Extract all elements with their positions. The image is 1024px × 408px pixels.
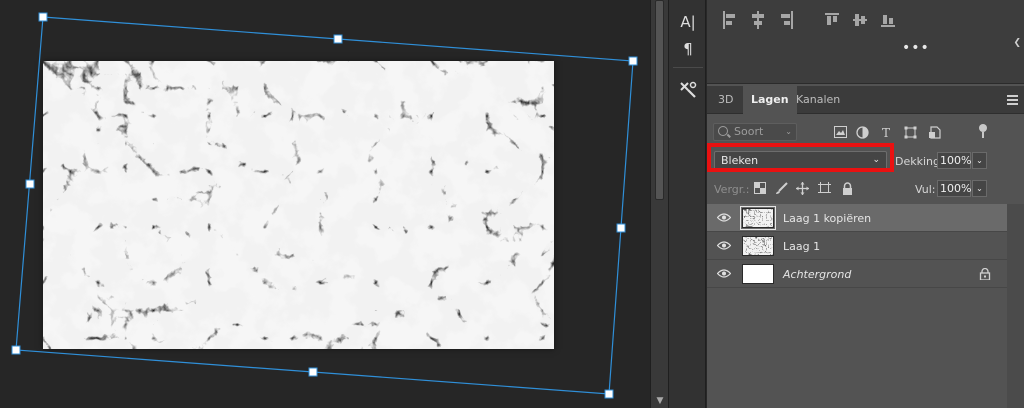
opacity-input[interactable]: 100% xyxy=(937,152,971,169)
scrollbar-thumb[interactable] xyxy=(655,0,664,200)
lock-transparency-icon[interactable] xyxy=(753,182,766,195)
layer-row[interactable]: Laag 1 xyxy=(707,232,1007,260)
search-icon xyxy=(718,126,728,136)
character-icon[interactable]: A| xyxy=(676,10,700,34)
lock-row: Vergr.: Vul: 100% ⌄ xyxy=(707,176,1024,202)
lock-all-icon[interactable] xyxy=(841,182,854,195)
filter-toggle-icon[interactable] xyxy=(979,124,987,138)
tab-channels[interactable]: Kanalen xyxy=(788,86,848,114)
filter-kind-select[interactable]: Soort ⌄ xyxy=(713,123,797,141)
visibility-eye-icon[interactable] xyxy=(717,241,731,250)
layer-name[interactable]: Laag 1 kopiëren xyxy=(783,212,871,225)
layers-panel-area: ••• ❮ 3D Lagen Kanalen Soort ⌄ T Bleken xyxy=(707,0,1024,408)
panel-menu-icon[interactable] xyxy=(1007,95,1018,107)
filter-pixel-icon[interactable] xyxy=(833,126,847,140)
fill-label: Vul: xyxy=(915,183,936,196)
transform-handle-bottom-left[interactable] xyxy=(11,345,21,355)
chevron-down-icon: ⌄ xyxy=(785,127,792,136)
layer-list: Laag 1 kopiëren Laag 1 Achtergrond xyxy=(707,204,1007,288)
align-center-h-icon[interactable] xyxy=(751,11,765,29)
visibility-eye-icon[interactable] xyxy=(717,213,731,222)
canvas-scrollbar[interactable]: ▼ xyxy=(650,0,668,408)
lock-label: Vergr.: xyxy=(714,183,750,196)
filter-smart-object-icon[interactable] xyxy=(927,126,941,140)
fill-dropdown-button[interactable]: ⌄ xyxy=(972,180,987,197)
lock-position-icon[interactable] xyxy=(796,182,809,195)
divider xyxy=(673,67,703,68)
align-center-v-icon[interactable] xyxy=(853,11,867,29)
panel-tabs: 3D Lagen Kanalen xyxy=(707,86,1024,114)
collapse-icon[interactable]: ❮ xyxy=(1013,38,1021,48)
visibility-eye-icon[interactable] xyxy=(717,269,731,278)
transform-handle-top[interactable] xyxy=(333,34,343,44)
lock-artboard-icon[interactable] xyxy=(818,182,831,195)
layer-row[interactable]: Achtergrond xyxy=(707,260,1007,288)
blend-row: Bleken ⌄ Dekking: 100% ⌄ xyxy=(707,143,1024,174)
document-canvas[interactable] xyxy=(0,0,650,408)
transform-handle-left[interactable] xyxy=(25,179,35,189)
align-left-icon[interactable] xyxy=(723,11,737,29)
transform-handle-bottom[interactable] xyxy=(308,367,318,377)
scroll-down-icon[interactable]: ▼ xyxy=(654,396,666,406)
layer-name[interactable]: Laag 1 xyxy=(783,240,820,253)
transform-handle-top-right[interactable] xyxy=(628,56,638,66)
filter-adjustment-icon[interactable] xyxy=(855,126,869,140)
blend-mode-highlight xyxy=(707,143,894,172)
align-bottom-icon[interactable] xyxy=(881,11,895,29)
layers-scrollbar[interactable] xyxy=(1007,204,1024,408)
layer-thumbnail xyxy=(740,206,776,230)
free-transform-box[interactable] xyxy=(0,0,650,408)
paragraph-icon[interactable]: ¶ xyxy=(676,37,700,61)
tools-icon[interactable] xyxy=(676,78,700,102)
tab-3d[interactable]: 3D xyxy=(710,86,741,114)
layer-row[interactable]: Laag 1 kopiëren xyxy=(707,204,1007,232)
layer-thumbnail xyxy=(742,264,774,284)
layer-lock-icon[interactable] xyxy=(979,268,991,280)
lock-image-pixels-icon[interactable] xyxy=(775,182,788,195)
filter-kind-label: Soort xyxy=(734,125,764,138)
transform-handle-bottom-right[interactable] xyxy=(604,389,614,399)
filter-type-icon[interactable]: T xyxy=(879,126,893,140)
layer-filter-row: Soort ⌄ T xyxy=(707,116,1024,146)
transform-handle-right[interactable] xyxy=(616,223,626,233)
layer-name[interactable]: Achtergrond xyxy=(783,268,851,281)
align-panel: ••• ❮ xyxy=(707,0,1024,84)
align-right-icon[interactable] xyxy=(779,11,793,29)
transform-handle-top-left[interactable] xyxy=(38,12,48,22)
fill-input[interactable]: 100% xyxy=(937,180,971,197)
align-top-icon[interactable] xyxy=(825,11,839,29)
layer-thumbnail xyxy=(742,236,774,256)
filter-shape-icon[interactable] xyxy=(903,126,917,140)
more-options-icon[interactable]: ••• xyxy=(902,40,930,56)
panel-icon-strip: A| ¶ xyxy=(668,0,706,408)
opacity-dropdown-button[interactable]: ⌄ xyxy=(972,152,987,169)
